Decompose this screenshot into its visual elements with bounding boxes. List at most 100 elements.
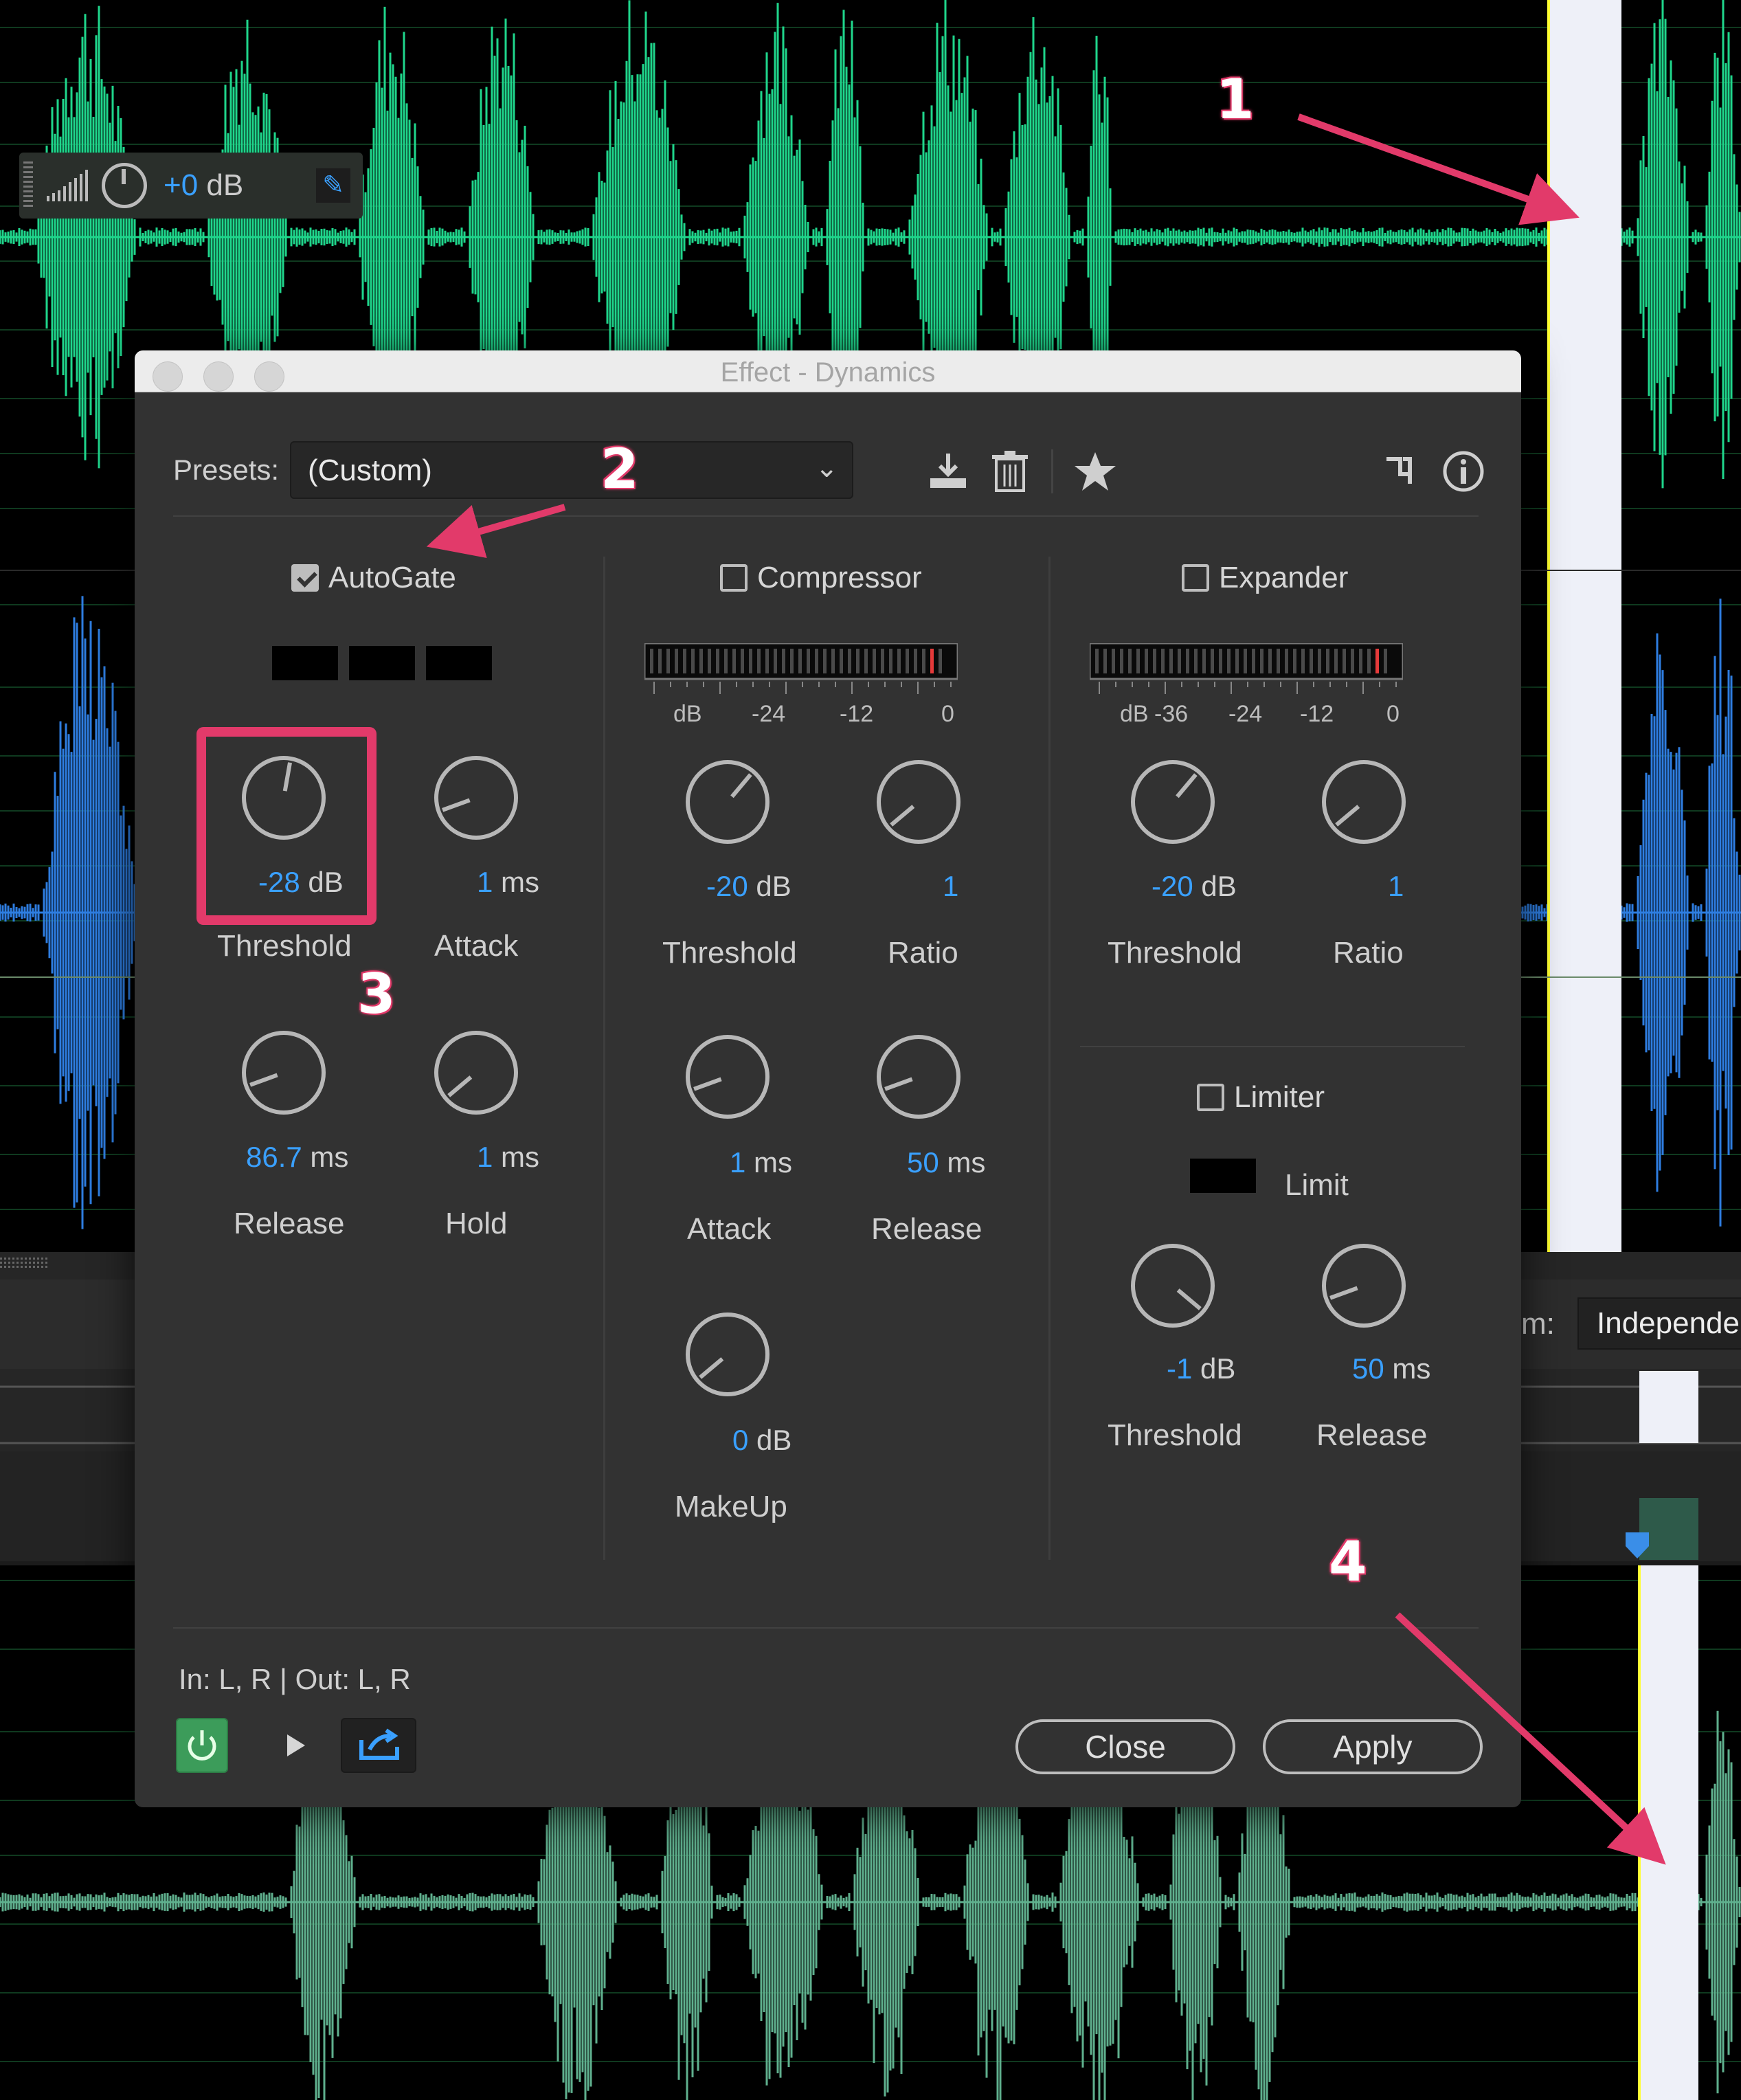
save-preset-icon[interactable] <box>926 449 970 493</box>
meter-segment <box>897 649 901 673</box>
meter-segment <box>716 649 719 673</box>
meter-segment <box>1153 649 1156 673</box>
meter-segment <box>1194 649 1198 673</box>
apply-button[interactable]: Apply <box>1263 1719 1483 1774</box>
autogate-attack-value[interactable]: 1 ms <box>477 866 539 899</box>
meter-segment <box>914 649 917 673</box>
expander-ratio-knob[interactable] <box>1319 757 1408 847</box>
compressor-attack-knob[interactable] <box>683 1032 772 1121</box>
autogate-release-value[interactable]: 86.7 ms <box>246 1141 348 1174</box>
meter-segment <box>1103 649 1107 673</box>
autogate-threshold-knob[interactable] <box>239 753 328 842</box>
expander-toggle[interactable]: Expander <box>1182 561 1348 595</box>
limiter-release-value[interactable]: 50 ms <box>1352 1352 1430 1385</box>
limiter-threshold-label: Threshold <box>1108 1418 1242 1452</box>
expander-threshold-label: Threshold <box>1108 936 1242 970</box>
gate-indicator <box>426 646 492 680</box>
meter-segment <box>683 649 686 673</box>
meter-segment <box>675 649 678 673</box>
favorite-star-icon[interactable] <box>1073 449 1117 493</box>
clip-volume-knob[interactable] <box>102 163 147 208</box>
compressor-ratio-value[interactable]: 1 <box>943 870 958 903</box>
expander-ratio-value[interactable]: 1 <box>1388 870 1404 903</box>
meter-segment <box>1384 649 1387 673</box>
expander-label: Expander <box>1219 561 1349 594</box>
meter-segment <box>848 649 851 673</box>
routing-icon[interactable] <box>1382 449 1426 493</box>
meter-segment <box>831 649 835 673</box>
presets-value: (Custom) <box>308 454 432 487</box>
autogate-hold-value[interactable]: 1 ms <box>477 1141 539 1174</box>
autogate-checkbox[interactable] <box>291 564 319 592</box>
meter-segment <box>1293 649 1296 673</box>
play-button[interactable] <box>269 1718 322 1773</box>
expander-checkbox[interactable] <box>1182 564 1209 592</box>
info-icon[interactable] <box>1441 449 1485 493</box>
compressor-release-label: Release <box>871 1212 982 1246</box>
clip-volume-readout[interactable]: +0 dB <box>164 168 243 203</box>
compressor-release-value[interactable]: 50 ms <box>907 1146 985 1179</box>
limiter-release-label: Release <box>1316 1418 1428 1452</box>
channel-mode-select[interactable]: Independe <box>1577 1297 1741 1350</box>
loop-output-button[interactable] <box>341 1718 416 1773</box>
expander-threshold-knob[interactable] <box>1128 757 1217 847</box>
meter-segment <box>1235 649 1239 673</box>
limiter-release-knob[interactable] <box>1319 1241 1408 1330</box>
meter-segment <box>1169 649 1173 673</box>
meter-segment <box>708 649 711 673</box>
meter-segment <box>815 649 818 673</box>
delete-preset-icon[interactable] <box>988 449 1032 493</box>
pin-icon[interactable]: ✎ <box>316 168 350 203</box>
compressor-toggle[interactable]: Compressor <box>720 561 922 595</box>
scale-label: -12 <box>1300 701 1334 727</box>
column-divider <box>603 557 605 1560</box>
compressor-threshold-label: Threshold <box>662 936 797 970</box>
limiter-threshold-knob[interactable] <box>1128 1241 1217 1330</box>
power-toggle-button[interactable] <box>176 1718 228 1773</box>
meter-segment <box>732 649 736 673</box>
clip-volume-hud[interactable]: +0 dB ✎ <box>19 153 363 219</box>
compressor-ratio-knob[interactable] <box>874 757 963 847</box>
autogate-release-knob[interactable] <box>239 1028 328 1117</box>
drag-grip-icon[interactable] <box>23 161 33 210</box>
meter-segment <box>798 649 802 673</box>
presets-label: Presets: <box>173 454 280 486</box>
compressor-makeup-knob[interactable] <box>683 1310 772 1399</box>
meter-segment <box>1375 649 1379 673</box>
autogate-hold-knob[interactable] <box>431 1028 521 1117</box>
scale-label: -12 <box>840 701 874 727</box>
autogate-toggle[interactable]: AutoGate <box>291 561 456 595</box>
meter-segment <box>840 649 843 673</box>
meter-segment <box>1161 649 1165 673</box>
meter-segment <box>930 649 934 673</box>
autogate-attack-knob[interactable] <box>431 753 521 842</box>
annotation-number: 3 <box>357 962 396 1026</box>
meter-segment <box>881 649 884 673</box>
scale-label: dB <box>673 701 702 727</box>
meter-segment <box>1268 649 1272 673</box>
meter-segment <box>807 649 810 673</box>
title-bar[interactable]: Effect - Dynamics <box>135 350 1521 392</box>
compressor-threshold-value[interactable]: -20 dB <box>706 870 791 903</box>
compressor-attack-value[interactable]: 1 ms <box>730 1146 792 1179</box>
io-channels: In: L, R | Out: L, R <box>179 1663 411 1695</box>
compressor-label: Compressor <box>757 561 922 594</box>
presets-dropdown[interactable]: (Custom) ⌄ <box>290 441 853 499</box>
scale-label: -24 <box>1228 701 1263 727</box>
meter-segment <box>864 649 868 673</box>
compressor-makeup-value[interactable]: 0 dB <box>732 1424 791 1457</box>
meter-segment <box>873 649 876 673</box>
compressor-checkbox[interactable] <box>720 564 748 592</box>
compressor-release-knob[interactable] <box>874 1032 963 1121</box>
limiter-toggle[interactable]: Limiter <box>1197 1080 1325 1115</box>
meter-segment <box>741 649 744 673</box>
meter-segment <box>1252 649 1255 673</box>
expander-threshold-value[interactable]: -20 dB <box>1152 870 1237 903</box>
compressor-threshold-knob[interactable] <box>683 757 772 847</box>
meter-segment <box>782 649 785 673</box>
limiter-threshold-value[interactable]: -1 dB <box>1167 1352 1235 1385</box>
annotation-number: 4 <box>1329 1530 1367 1594</box>
autogate-attack-label: Attack <box>434 929 519 963</box>
limiter-checkbox[interactable] <box>1197 1084 1224 1111</box>
close-button[interactable]: Close <box>1015 1719 1235 1774</box>
